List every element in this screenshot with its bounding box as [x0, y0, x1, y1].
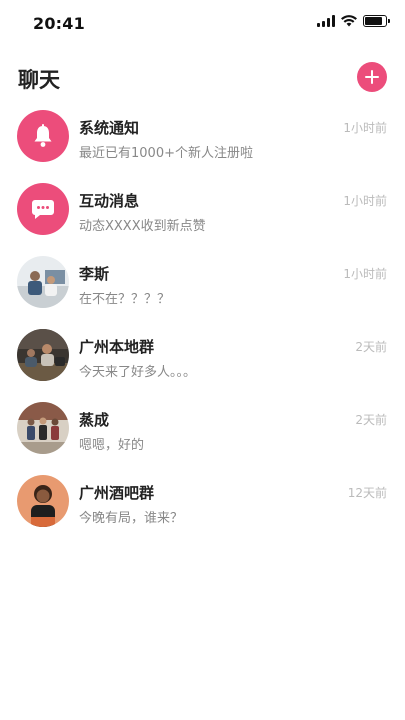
chat-name: 蒸成	[79, 411, 110, 429]
photo-avatar	[17, 329, 69, 381]
photo-avatar	[17, 402, 69, 454]
chat-time: 1小时前	[343, 194, 387, 208]
battery-level	[365, 17, 382, 25]
wifi-icon	[341, 15, 357, 27]
status-time: 20:41	[33, 14, 85, 33]
avatar	[17, 475, 69, 527]
chat-item-interaction[interactable]: 互动消息 动态XXXX收到新点赞 1小时前	[0, 175, 405, 248]
avatar	[17, 256, 69, 308]
chat-item-li-si[interactable]: 李斯 在不在？？？？ 1小时前	[0, 248, 405, 321]
chat-item-system-notice[interactable]: 系统通知 最近已有1000+个新人注册啦 1小时前	[0, 102, 405, 175]
chat-preview: 在不在？？？？	[79, 292, 171, 307]
plus-icon	[365, 70, 379, 84]
chat-preview: 动态XXXX收到新点赞	[79, 219, 206, 234]
page-title: 聊天	[18, 68, 60, 92]
chat-time: 12天前	[347, 486, 387, 500]
chat-preview: 今晚有局，谁来？	[79, 511, 184, 526]
chat-name: 系统通知	[79, 119, 140, 137]
chat-preview: 最近已有1000+个新人注册啦	[79, 146, 253, 161]
status-bar: 20:41	[0, 0, 405, 48]
chat-item-guangzhou-bar-group[interactable]: 广州酒吧群 今晚有局，谁来？ 12天前	[0, 467, 405, 540]
chat-preview: 今天来了好多人。。。	[79, 365, 197, 380]
chat-time: 1小时前	[343, 267, 387, 281]
chat-time: 1小时前	[343, 121, 387, 135]
avatar	[17, 402, 69, 454]
chat-item-zheng-cheng[interactable]: 蒸成 嗯嗯，好的 2天前	[0, 394, 405, 467]
photo-avatar	[17, 256, 69, 308]
chat-item-guangzhou-local-group[interactable]: 广州本地群 今天来了好多人。。。 2天前	[0, 321, 405, 394]
header: 聊天	[0, 60, 405, 100]
chat-list: 系统通知 最近已有1000+个新人注册啦 1小时前 互动消息 动态XXXX收到新…	[0, 102, 405, 540]
chat-name: 广州酒吧群	[79, 484, 155, 502]
bell-icon	[34, 124, 52, 147]
avatar	[17, 183, 69, 235]
status-icons	[317, 15, 390, 27]
chat-preview: 嗯嗯，好的	[79, 438, 145, 453]
chat-name: 互动消息	[79, 192, 140, 210]
photo-avatar	[17, 475, 69, 527]
signal-icon	[317, 15, 335, 27]
battery-icon	[363, 15, 390, 27]
chat-time: 2天前	[355, 413, 387, 427]
avatar	[17, 110, 69, 162]
chat-name: 广州本地群	[79, 338, 155, 356]
chat-name: 李斯	[79, 265, 110, 283]
avatar	[17, 329, 69, 381]
chat-time: 2天前	[355, 340, 387, 354]
chat-bubble-icon	[32, 200, 54, 219]
add-chat-button[interactable]	[357, 62, 387, 92]
